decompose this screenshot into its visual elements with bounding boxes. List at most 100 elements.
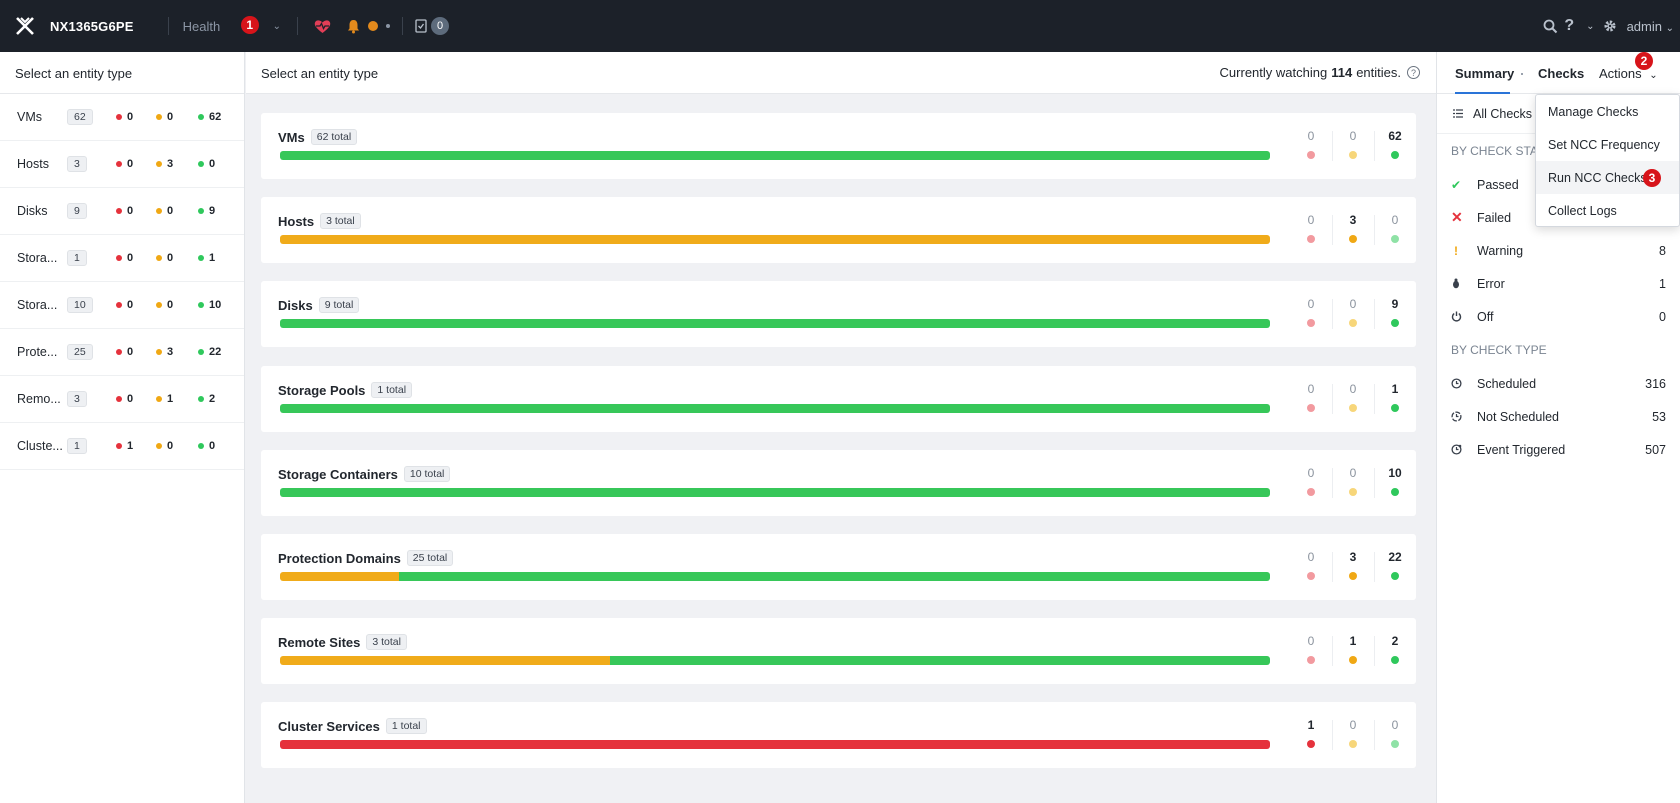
entity-card[interactable]: Storage Containers 10 total 0 0 10 [261, 450, 1416, 516]
x-logo-icon[interactable] [0, 0, 50, 52]
critical-stat: 0 [116, 111, 133, 123]
stat-count: 0 [1349, 466, 1357, 480]
card-total-badge: 25 total [406, 550, 454, 566]
tab-checks[interactable]: Checks [1538, 66, 1584, 81]
summary-tabs: Summary Checks Actions ⌄ 2 [1437, 52, 1680, 94]
entity-name: Stora... [17, 298, 58, 312]
menu-item-set-ncc-frequency[interactable]: Set NCC Frequency [1536, 128, 1679, 161]
help-icon[interactable]: ? [1564, 17, 1574, 35]
green-status-dot [1391, 656, 1399, 664]
exclamation-icon: ! [1454, 243, 1458, 258]
sidebar-title: Select an entity type [0, 52, 244, 94]
green-status-dot [1391, 235, 1399, 243]
yellow-status-dot [1349, 404, 1357, 412]
entity-card[interactable]: VMs 62 total 0 0 62 [261, 113, 1416, 179]
stat-count: 0 [1307, 297, 1315, 311]
status-row-warning[interactable]: ! Warning 8 [1437, 234, 1680, 267]
tab-summary[interactable]: Summary [1455, 66, 1514, 81]
card-title: VMs 62 total [278, 129, 358, 145]
yellow-status-dot [156, 443, 162, 449]
entity-list-item[interactable]: Cluste... 1 1 0 0 [0, 423, 244, 470]
event-status-dot[interactable] [386, 24, 391, 28]
type-row-event-triggered[interactable]: Event Triggered 507 [1437, 433, 1680, 466]
entity-name: Prote... [17, 345, 58, 359]
entity-card[interactable]: Disks 9 total 0 0 9 [261, 281, 1416, 347]
gear-icon[interactable] [1603, 19, 1617, 33]
heart-pulse-icon[interactable] [314, 19, 331, 34]
menu-item-collect-logs[interactable]: Collect Logs [1536, 194, 1679, 227]
user-menu[interactable]: admin ⌄ [1627, 19, 1674, 34]
stat-count: 0 [1349, 718, 1357, 732]
entity-name: Stora... [17, 251, 58, 265]
good-count: 1 [209, 252, 216, 264]
entity-count-badge: 1 [67, 250, 87, 266]
bell-icon[interactable] [347, 19, 360, 34]
task-count-badge[interactable]: 0 [431, 17, 450, 35]
card-total-badge: 3 total [320, 213, 361, 229]
entity-count-badge: 10 [67, 297, 93, 313]
red-status-stat: 0 [1290, 113, 1332, 179]
card-title: Storage Containers 10 total [278, 466, 451, 482]
red-status-dot [116, 302, 122, 308]
card-total-badge: 10 total [403, 466, 451, 482]
nav-menu-health[interactable]: Health 1 [182, 15, 259, 34]
critical-count: 0 [127, 299, 134, 311]
type-row-scheduled[interactable]: Scheduled 316 [1437, 367, 1680, 400]
entity-card[interactable]: Cluster Services 1 total 1 0 0 [261, 702, 1416, 768]
green-status-dot [198, 208, 204, 214]
center-header: Select an entity type Currently watching… [246, 52, 1436, 94]
good-count: 22 [209, 346, 222, 358]
alert-status-dot[interactable] [368, 21, 379, 31]
status-row-error[interactable]: Error 1 [1437, 267, 1680, 300]
card-stats: 0 0 9 [1290, 281, 1416, 347]
yellow-status-dot [1349, 151, 1357, 159]
red-status-stat: 0 [1290, 450, 1332, 516]
menu-item-run-ncc-checks[interactable]: Run NCC Checks 3 [1536, 161, 1679, 194]
good-stat: 1 [198, 252, 215, 264]
entity-card[interactable]: Hosts 3 total 0 3 0 [261, 197, 1416, 263]
search-icon[interactable] [1543, 19, 1558, 34]
entity-list-item[interactable]: Disks 9 0 0 9 [0, 188, 244, 235]
card-title: Disks 9 total [278, 297, 360, 313]
entity-card[interactable]: Remote Sites 3 total 0 1 2 [261, 618, 1416, 684]
card-total-badge: 9 total [318, 297, 360, 313]
help-circle-icon[interactable]: ? [1407, 66, 1420, 79]
green-status-dot [198, 114, 204, 120]
yellow-status-dot [1349, 740, 1357, 748]
warning-stat: 3 [156, 158, 173, 170]
red-status-dot [116, 161, 122, 167]
entity-list-item[interactable]: Stora... 1 0 0 1 [0, 235, 244, 282]
yellow-status-dot [156, 208, 162, 214]
checklist-icon[interactable] [415, 19, 427, 33]
status-row-off[interactable]: Off 0 [1437, 300, 1680, 333]
type-row-not-scheduled[interactable]: Not Scheduled 53 [1437, 400, 1680, 433]
good-count: 9 [209, 205, 216, 217]
entity-list-item[interactable]: Remo... 3 0 1 2 [0, 376, 244, 423]
type-label: Event Triggered [1477, 442, 1566, 457]
entity-card[interactable]: Protection Domains 25 total 0 3 22 [261, 534, 1416, 600]
nav-menu-label: Health [182, 18, 221, 34]
red-status-dot [1307, 235, 1315, 243]
watching-summary: Currently watching 114 entities. ? [1220, 65, 1420, 80]
critical-stat: 0 [116, 346, 133, 358]
warning-count: 1 [167, 393, 174, 405]
chevron-down-icon[interactable]: ⌄ [1586, 21, 1594, 32]
menu-item-manage-checks[interactable]: Manage Checks [1536, 95, 1679, 128]
entity-list-item[interactable]: Stora... 10 0 0 10 [0, 282, 244, 329]
entity-list-item[interactable]: Hosts 3 0 3 0 [0, 141, 244, 188]
stat-count: 0 [1307, 213, 1315, 227]
entity-list-item[interactable]: Prote... 25 0 3 22 [0, 329, 244, 376]
stat-count: 0 [1349, 129, 1357, 143]
warning-stat: 0 [156, 252, 173, 264]
good-stat: 22 [198, 346, 221, 358]
health-bar-good-segment [398, 572, 1270, 581]
critical-count: 0 [127, 346, 134, 358]
yellow-status-stat: 1 [1332, 618, 1374, 684]
cluster-name[interactable]: NX1365G6PE [50, 19, 134, 34]
red-status-dot [1307, 488, 1315, 496]
user-name: admin [1626, 18, 1662, 34]
entity-list-item[interactable]: VMs 62 0 0 62 [0, 94, 244, 141]
entity-card[interactable]: Storage Pools 1 total 0 0 1 [261, 366, 1416, 432]
entity-count-badge: 1 [67, 438, 87, 454]
chevron-down-icon[interactable]: ⌄ [273, 21, 281, 32]
